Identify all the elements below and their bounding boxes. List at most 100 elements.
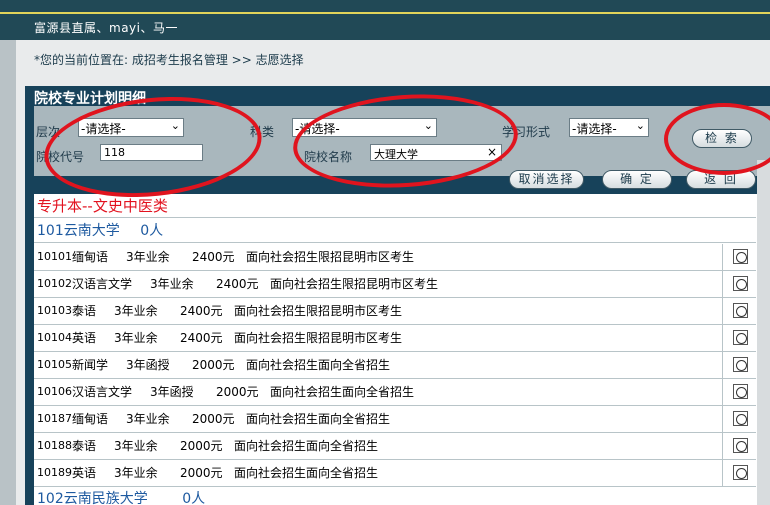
row-major: 泰语 (72, 304, 97, 318)
select-radio[interactable] (733, 330, 748, 345)
row-fee: 2400元 (180, 304, 223, 318)
row-fee: 2400元 (192, 250, 235, 264)
header-accent-line (0, 12, 770, 14)
row-code: 10189 (37, 466, 72, 479)
row-major: 新闻学 (72, 358, 109, 372)
chevron-down-icon: ⌄ (423, 119, 433, 132)
select-radio[interactable] (733, 465, 748, 480)
table-row[interactable]: 10104 英语 3年业余 2400元 面向社会招生限招昆明市区考生 (34, 325, 756, 352)
table-row[interactable]: 10188 泰语 3年业余 2000元 面向社会招生面向全省招生 (34, 433, 756, 460)
school-name-label: 院校名称 (304, 150, 353, 164)
row-major: 缅甸语 (72, 412, 109, 426)
row-code: 10101 (37, 250, 72, 263)
row-major: 泰语 (72, 439, 97, 453)
row-code: 10187 (37, 412, 72, 425)
table-row[interactable]: 10189 英语 3年业余 2000元 面向社会招生面向全省招生 (34, 460, 756, 487)
study-form-select[interactable]: -请选择- ⌄ (569, 118, 649, 137)
radio-cell (722, 460, 756, 486)
school-header: 102云南民族大学 0人 (34, 487, 756, 505)
row-note: 面向社会招生面向全省招生 (246, 358, 391, 372)
table-row[interactable]: 10101 缅甸语 3年业余 2400元 面向社会招生限招昆明市区考生 (34, 244, 756, 271)
row-major: 汉语言文学 (72, 277, 133, 291)
school-name-input[interactable]: 大理大学 × (370, 144, 502, 161)
study-form-label: 学习形式 (502, 125, 551, 139)
table-row[interactable]: 10187 缅甸语 3年业余 2000元 面向社会招生面向全省招生 (34, 406, 756, 433)
select-radio[interactable] (733, 249, 748, 264)
row-years: 3年业余 (114, 466, 158, 480)
row-note: 面向社会招生面向全省招生 (234, 466, 379, 480)
select-radio[interactable] (733, 357, 748, 372)
school-name: 102云南民族大学 (37, 491, 148, 505)
subject-select[interactable]: -请选择- ⌄ (292, 118, 437, 137)
back-button[interactable]: 返 回 (686, 170, 756, 189)
top-header: 富源县直属、mayi、马一 (0, 0, 770, 40)
select-radio[interactable] (733, 438, 748, 453)
school-name: 101云南大学 (37, 223, 120, 239)
row-note: 面向社会招生限招昆明市区考生 (270, 277, 439, 291)
school-code-label: 院校代号 (36, 150, 85, 164)
radio-cell (722, 325, 756, 351)
row-note: 面向社会招生限招昆明市区考生 (246, 250, 415, 264)
row-note: 面向社会招生面向全省招生 (246, 412, 391, 426)
table-row[interactable]: 10103 泰语 3年业余 2400元 面向社会招生限招昆明市区考生 (34, 298, 756, 325)
cancel-selection-button[interactable]: 取消选择 (509, 170, 584, 189)
select-radio[interactable] (733, 384, 748, 399)
school-count: 0人 (182, 491, 206, 505)
radio-cell (722, 271, 756, 297)
row-fee: 2000元 (180, 466, 223, 480)
row-note: 面向社会招生限招昆明市区考生 (234, 331, 403, 345)
chevron-down-icon: ⌄ (170, 119, 180, 132)
category-header: 专升本--文史中医类 (34, 194, 756, 218)
row-years: 3年业余 (126, 250, 170, 264)
school-code-input[interactable]: 118 (100, 144, 203, 161)
row-fee: 2000元 (192, 412, 235, 426)
clear-icon[interactable]: × (487, 145, 497, 159)
confirm-button[interactable]: 确 定 (602, 170, 672, 189)
select-radio[interactable] (733, 276, 748, 291)
row-major: 缅甸语 (72, 250, 109, 264)
radio-cell (722, 244, 756, 270)
row-fee: 2400元 (180, 331, 223, 345)
row-years: 3年业余 (114, 331, 158, 345)
study-form-select-value: -请选择- (572, 122, 617, 136)
plan-list: 专升本--文史中医类 101云南大学 0人 10101 缅甸语 3年业余 240… (34, 194, 770, 505)
radio-cell (722, 298, 756, 324)
level-label: 层次 (36, 125, 61, 139)
subject-label: 科类 (250, 125, 275, 139)
table-row[interactable]: 10105 新闻学 3年函授 2000元 面向社会招生面向全省招生 (34, 352, 756, 379)
radio-cell (722, 379, 756, 405)
level-select-value: -请选择- (81, 122, 126, 136)
row-major: 英语 (72, 331, 97, 345)
school-count: 0人 (140, 223, 164, 239)
level-select[interactable]: -请选择- ⌄ (78, 118, 184, 137)
row-code: 10102 (37, 277, 72, 290)
breadcrumb: *您的当前位置在: 成招考生报名管理 >> 志愿选择 (34, 53, 304, 67)
search-button[interactable]: 检 索 (692, 129, 752, 148)
panel-title: 院校专业计划明细 (34, 91, 146, 107)
row-code: 10103 (37, 304, 72, 317)
user-info: 富源县直属、mayi、马一 (34, 21, 178, 35)
row-major: 汉语言文学 (72, 385, 133, 399)
row-note: 面向社会招生限招昆明市区考生 (234, 304, 403, 318)
select-radio[interactable] (733, 303, 748, 318)
row-code: 10188 (37, 439, 72, 452)
row-years: 3年函授 (126, 358, 170, 372)
row-code: 10104 (37, 331, 72, 344)
radio-cell (722, 352, 756, 378)
row-note: 面向社会招生面向全省招生 (270, 385, 415, 399)
radio-cell (722, 433, 756, 459)
row-years: 3年业余 (150, 277, 194, 291)
row-years: 3年函授 (150, 385, 194, 399)
school-name-value: 大理大学 (374, 148, 418, 161)
select-radio[interactable] (733, 411, 748, 426)
scrollbar[interactable] (757, 160, 770, 505)
row-fee: 2000元 (180, 439, 223, 453)
subject-select-value: -请选择- (295, 122, 340, 136)
plan-detail-panel: 院校专业计划明细 层次 -请选择- ⌄ 科类 -请选择- ⌄ 学习形式 -请选择… (25, 86, 770, 505)
row-fee: 2000元 (216, 385, 259, 399)
table-row[interactable]: 10106 汉语言文学 3年函授 2000元 面向社会招生面向全省招生 (34, 379, 756, 406)
table-row[interactable]: 10102 汉语言文学 3年业余 2400元 面向社会招生限招昆明市区考生 (34, 271, 756, 298)
row-years: 3年业余 (114, 304, 158, 318)
row-code: 10106 (37, 385, 72, 398)
row-code: 10105 (37, 358, 72, 371)
